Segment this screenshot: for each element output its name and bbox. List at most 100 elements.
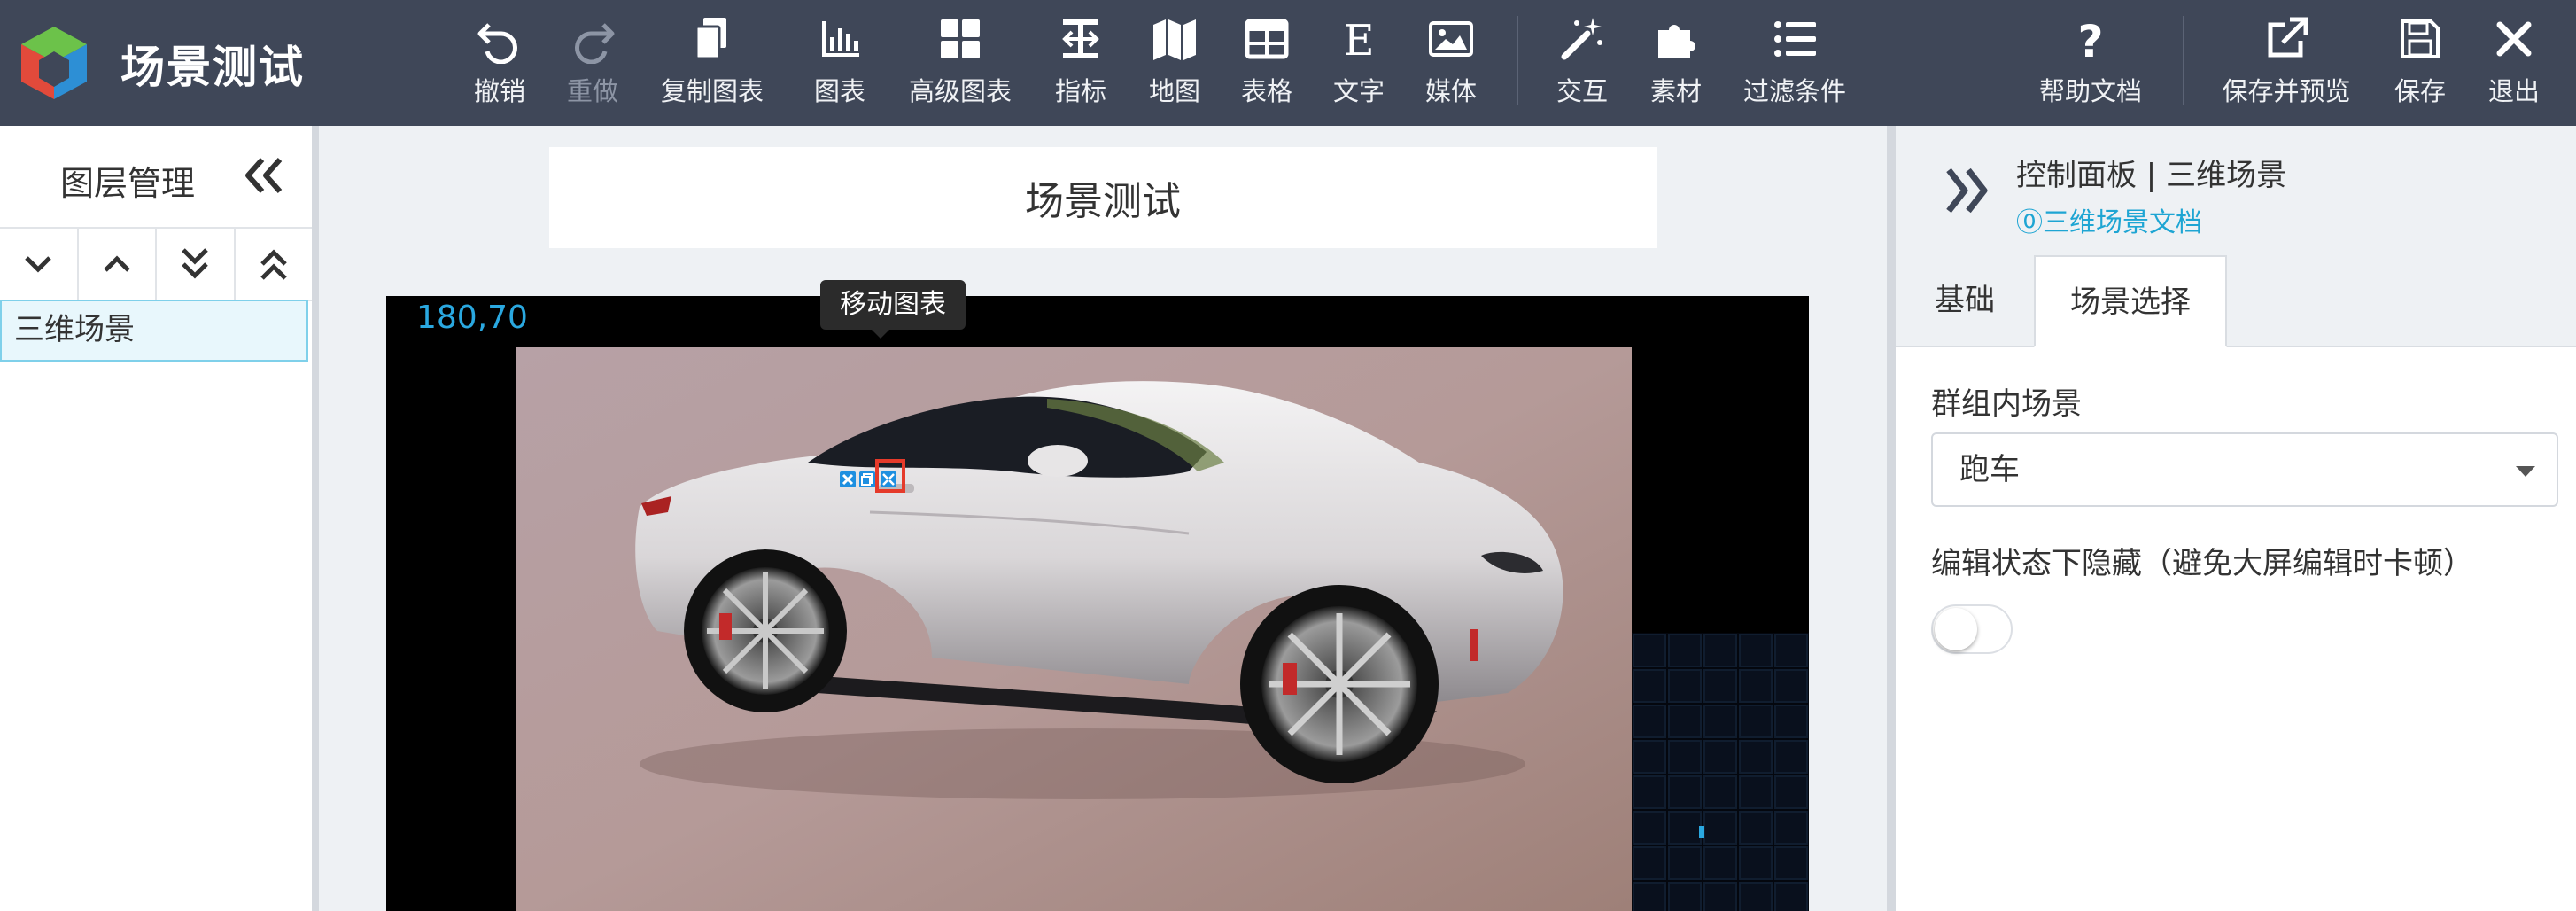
- help-doc-button[interactable]: ? 帮助文档: [2036, 14, 2145, 112]
- tooltip-arrow: [872, 330, 889, 339]
- chevron-down-icon: [25, 256, 52, 273]
- undo-icon: [477, 23, 517, 64]
- text-button[interactable]: E 文字: [1331, 14, 1387, 112]
- resize-handle[interactable]: [1699, 826, 1704, 838]
- chevron-up-icon: [103, 255, 130, 272]
- save-label: 保存: [2394, 76, 2446, 106]
- editor-canvas: 场景测试 180,70 移动图表: [319, 126, 1887, 911]
- list-icon: [1774, 21, 1816, 57]
- media-label: 媒体: [1424, 76, 1477, 106]
- tab-scene-select[interactable]: 场景选择: [2034, 255, 2227, 347]
- filter-label: 过滤条件: [1742, 76, 1846, 106]
- tab-basic[interactable]: 基础: [1896, 255, 2034, 346]
- right-panel-divider[interactable]: [1887, 126, 1896, 911]
- save-preview-button[interactable]: 保存并预览: [2220, 14, 2353, 112]
- copy-chart-icon[interactable]: [859, 471, 875, 487]
- chart-button[interactable]: 图表: [811, 14, 868, 112]
- group-scene-select[interactable]: 跑车: [1931, 432, 2558, 507]
- close-icon: [2496, 21, 2532, 57]
- toggle-knob: [1935, 608, 1977, 650]
- move-chart-highlight: [875, 459, 905, 493]
- top-toolbar: 场景测试 撤销 重做 复制图表 图表 高级图表 指标 地图 表格 E 文字 媒体…: [0, 0, 2576, 126]
- map-button[interactable]: 地图: [1146, 14, 1203, 112]
- copy-chart-label: 复制图表: [660, 76, 764, 106]
- bar-chart-icon: [822, 21, 859, 57]
- redo-icon: [575, 23, 615, 64]
- double-chevron-down-icon: [182, 248, 209, 279]
- svg-text:E: E: [1343, 16, 1374, 64]
- layer-item-3d-scene[interactable]: 三维场景: [0, 300, 308, 362]
- advanced-chart-button[interactable]: 高级图表: [905, 14, 1015, 112]
- material-button[interactable]: 素材: [1648, 14, 1704, 112]
- exit-label: 退出: [2487, 76, 2540, 106]
- table-icon: [1245, 19, 1289, 59]
- move-down-button[interactable]: [0, 229, 79, 300]
- 3d-scene-chart[interactable]: 180,70: [386, 296, 1809, 911]
- hide-in-edit-toggle[interactable]: [1931, 604, 2013, 654]
- move-top-button[interactable]: [236, 229, 313, 300]
- redo-label: 重做: [566, 76, 618, 106]
- app-logo-icon: [21, 27, 87, 99]
- group-scene-value: 跑车: [1959, 452, 2020, 487]
- collapse-left-icon[interactable]: [241, 156, 287, 195]
- 3d-scene-doc-link[interactable]: ⓪三维场景文档: [2016, 200, 2202, 239]
- double-chevron-up-icon: [260, 249, 287, 280]
- filter-button[interactable]: 过滤条件: [1740, 14, 1850, 112]
- layer-panel: 图层管理 三维场景: [0, 126, 312, 911]
- position-readout: 180,70: [416, 300, 528, 336]
- table-label: 表格: [1240, 76, 1292, 106]
- hide-in-edit-label: 编辑状态下隐藏（避免大屏编辑时卡顿）: [1931, 546, 2473, 581]
- floppy-disk-icon: [2401, 19, 2440, 58]
- control-panel-title: 控制面板 | 三维场景: [2016, 158, 2287, 193]
- save-button[interactable]: 保存: [2392, 14, 2448, 112]
- undo-label: 撤销: [473, 76, 525, 106]
- scene-title-text: 场景测试: [1025, 179, 1181, 224]
- indicator-button[interactable]: 指标: [1052, 14, 1109, 112]
- external-link-icon: [2268, 17, 2308, 58]
- control-panel-header: 控制面板 | 三维场景 ⓪三维场景文档: [1896, 126, 2576, 255]
- material-label: 素材: [1649, 76, 1702, 106]
- map-icon: [1153, 19, 1196, 60]
- group-scene-label: 群组内场景: [1931, 386, 2082, 422]
- delete-chart-icon[interactable]: [840, 471, 856, 487]
- map-label: 地图: [1148, 76, 1200, 106]
- text-label: 文字: [1332, 76, 1385, 106]
- toolbar-separator: [2183, 16, 2184, 105]
- text-icon: E: [1343, 16, 1374, 64]
- image-icon: [1429, 21, 1473, 57]
- redo-button[interactable]: 重做: [564, 14, 621, 112]
- svg-text:?: ?: [2077, 16, 2103, 64]
- background-grid: [1632, 633, 1809, 911]
- move-bottom-button[interactable]: [157, 229, 236, 300]
- sports-car-scene: [516, 347, 1632, 911]
- copy-icon: [694, 18, 726, 60]
- exit-button[interactable]: 退出: [2486, 14, 2542, 112]
- chart-label: 图表: [813, 76, 865, 106]
- move-up-button[interactable]: [79, 229, 157, 300]
- grid-icon: [941, 19, 980, 58]
- media-button[interactable]: 媒体: [1423, 14, 1479, 112]
- question-icon: ?: [2077, 16, 2103, 64]
- layer-order-toolbar: [0, 227, 312, 301]
- toolbar-separator: [1517, 16, 1518, 105]
- expand-right-icon[interactable]: [1944, 163, 1991, 218]
- left-panel-divider[interactable]: [312, 126, 319, 911]
- advanced-chart-label: 高级图表: [908, 76, 1012, 106]
- tooltip-move-chart: 移动图表: [820, 280, 966, 330]
- table-button[interactable]: 表格: [1238, 14, 1295, 112]
- indicator-label: 指标: [1054, 76, 1106, 106]
- help-doc-label: 帮助文档: [2038, 76, 2142, 106]
- save-preview-label: 保存并预览: [2222, 76, 2351, 106]
- indicator-icon: [1062, 19, 1099, 58]
- undo-button[interactable]: 撤销: [471, 14, 528, 112]
- puzzle-icon: [1658, 25, 1695, 58]
- control-panel: 控制面板 | 三维场景 ⓪三维场景文档 基础 场景选择 群组内场景 跑车 编辑状…: [1896, 126, 2576, 911]
- scene-title[interactable]: 场景测试: [549, 147, 1657, 248]
- layer-panel-title: 图层管理: [60, 164, 196, 203]
- chevron-down-icon: [2516, 466, 2535, 477]
- interaction-button[interactable]: 交互: [1554, 14, 1610, 112]
- copy-chart-button[interactable]: 复制图表: [657, 14, 767, 112]
- interaction-label: 交互: [1556, 76, 1608, 106]
- panel-tabs: 基础 场景选择: [1896, 255, 2576, 347]
- app-title: 场景测试: [120, 42, 305, 93]
